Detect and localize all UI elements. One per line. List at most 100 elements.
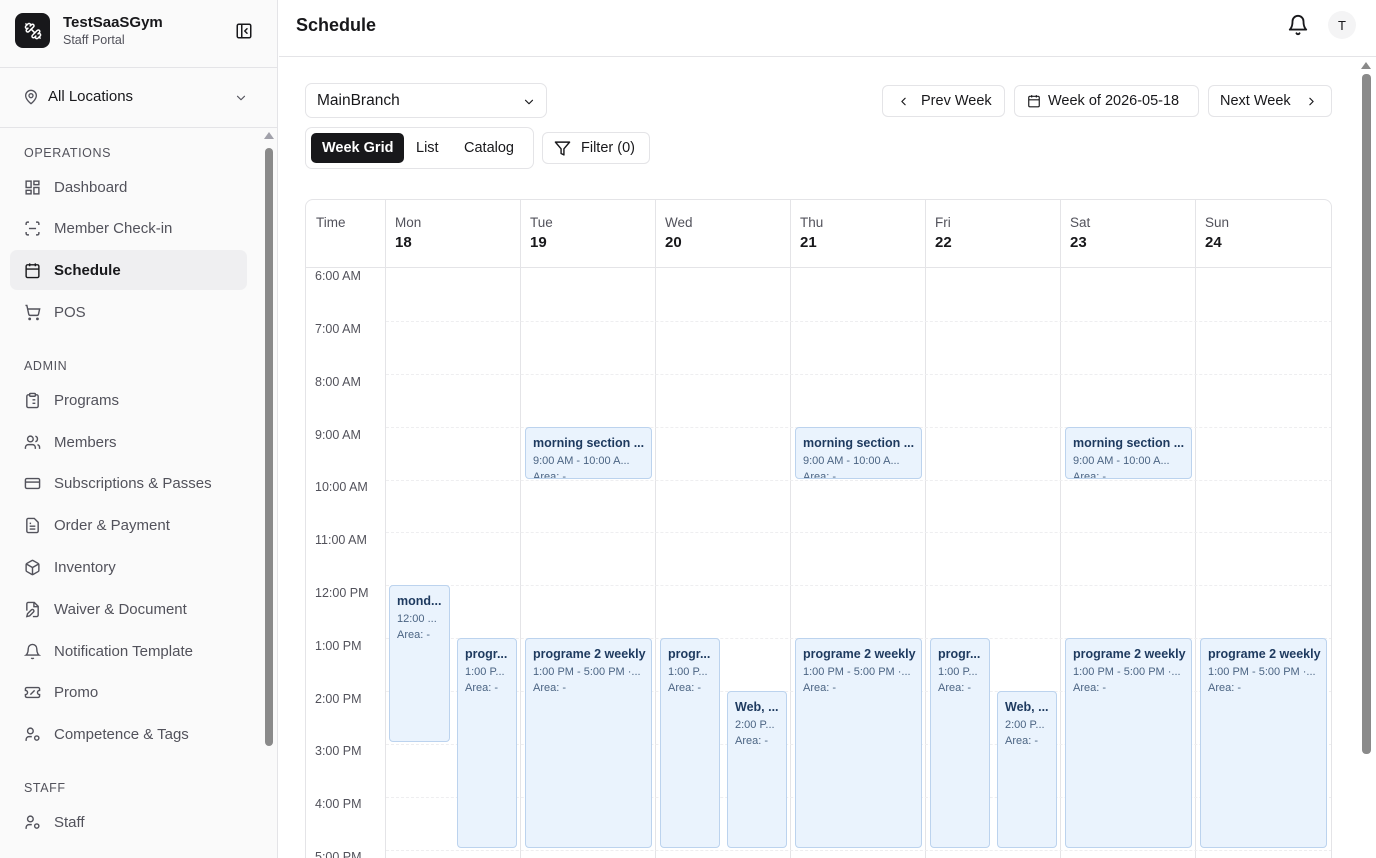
page-title: Schedule (296, 15, 377, 35)
column-divider (1195, 200, 1196, 858)
branch-select[interactable]: MainBranch (305, 83, 547, 118)
scroll-up-arrow-icon[interactable] (1361, 62, 1371, 69)
event-area: Area: - (668, 682, 702, 694)
week-picker-button[interactable]: Week of 2026-05-18 (1014, 85, 1199, 117)
hour-gridline (386, 321, 1331, 322)
document-edit-icon (25, 601, 39, 618)
sidebar-item-notification-template[interactable]: Notification Template (10, 631, 247, 671)
main-scroll-thumb[interactable] (1362, 74, 1371, 754)
section-staff: STAFF (24, 781, 66, 795)
hour-gridline (386, 585, 1331, 586)
event-card[interactable]: programe 2 weekly 1:00 PM - 5:00 PM ·...… (1200, 638, 1327, 848)
time-label: 6:00 AM (315, 269, 361, 283)
sidebar-item-label: Subscriptions & Passes (54, 474, 212, 492)
day-number: 22 (935, 234, 952, 251)
tab-list[interactable]: List (406, 133, 451, 163)
event-card[interactable]: morning section ... 9:00 AM - 10:00 A...… (795, 427, 922, 479)
event-area: Area: - (1073, 682, 1107, 694)
sidebar-item-inventory[interactable]: Inventory (10, 547, 247, 587)
event-card[interactable]: morning section ... 9:00 AM - 10:00 A...… (525, 427, 652, 479)
sidebar-scroll-thumb[interactable] (265, 148, 273, 746)
tab-week-grid[interactable]: Week Grid (311, 133, 404, 163)
sidebar-item-waiver-document[interactable]: Waiver & Document (10, 589, 247, 629)
users-icon (24, 435, 41, 449)
day-header-fri: Fri 22 (926, 200, 1061, 267)
time-label: 10:00 AM (315, 480, 368, 494)
event-card[interactable]: Web, ... 2:00 P... Area: - (997, 691, 1057, 848)
sidebar-item-label: Inventory (54, 558, 116, 576)
location-selector[interactable]: All Locations (0, 68, 277, 128)
chevron-left-icon (901, 97, 906, 106)
sidebar-item-order-payment[interactable]: Order & Payment (10, 505, 247, 545)
scan-icon (25, 221, 40, 236)
event-title: programe 2 weekly (1208, 647, 1321, 661)
day-name: Thu (800, 215, 824, 230)
hour-gridline (386, 480, 1331, 481)
scroll-up-arrow-icon[interactable] (264, 132, 274, 139)
hour-gridline (386, 374, 1331, 375)
day-header-tue: Tue 19 (521, 200, 656, 267)
sidebar-item-subscriptions[interactable]: Subscriptions & Passes (10, 463, 247, 503)
sidebar-item-promo[interactable]: Promo (10, 672, 247, 712)
sidebar-item-label: POS (54, 303, 86, 321)
avatar[interactable]: T (1328, 11, 1356, 39)
event-card[interactable]: programe 2 weekly 1:00 PM - 5:00 PM ·...… (1065, 638, 1192, 848)
time-label: 1:00 PM (315, 639, 362, 653)
sidebar-item-member-check-in[interactable]: Member Check-in (10, 208, 247, 248)
event-area: Area: - (938, 682, 972, 694)
day-name: Sat (1070, 215, 1091, 230)
filter-label: Filter (0) (581, 140, 635, 156)
day-number: 18 (395, 234, 412, 251)
sidebar-item-dashboard[interactable]: Dashboard (10, 167, 247, 207)
column-divider (655, 200, 656, 858)
time-label: 12:00 PM (315, 586, 369, 600)
day-name: Tue (530, 215, 553, 230)
event-card[interactable]: programe 2 weekly 1:00 PM - 5:00 PM ·...… (795, 638, 922, 848)
day-name: Mon (395, 215, 422, 230)
sidebar-item-label: Dashboard (54, 178, 128, 196)
filter-button[interactable]: Filter (0) (542, 132, 650, 164)
sidebar-item-schedule[interactable]: Schedule (10, 250, 247, 290)
event-area: Area: - (803, 682, 837, 694)
event-time: 9:00 AM - 10:00 A... (533, 455, 630, 467)
event-time: 1:00 PM - 5:00 PM ·... (803, 666, 911, 678)
event-time: 1:00 P... (938, 666, 978, 678)
sidebar-item-members[interactable]: Members (10, 422, 247, 462)
day-number: 21 (800, 234, 817, 251)
user-tag-icon (25, 727, 40, 741)
sidebar-item-staff[interactable]: Staff (10, 802, 247, 842)
next-week-button[interactable]: Next Week (1208, 85, 1332, 117)
collapse-sidebar-button[interactable] (234, 21, 254, 41)
user-cog-icon (25, 815, 40, 829)
sidebar-item-pos[interactable]: POS (10, 292, 247, 332)
notifications-button[interactable] (1287, 14, 1309, 41)
tab-catalog[interactable]: Catalog (453, 133, 529, 163)
sidebar-item-programs[interactable]: Programs (10, 380, 247, 420)
day-header-wed: Wed 20 (656, 200, 791, 267)
event-time: 9:00 AM - 10:00 A... (1073, 455, 1170, 467)
view-switcher: Week Grid List Catalog (305, 127, 534, 169)
event-area: Area: - (1005, 735, 1039, 747)
event-card[interactable]: progr... 1:00 P... Area: - (930, 638, 990, 848)
prev-week-button[interactable]: Prev Week (882, 85, 1005, 117)
event-area: Area: - (465, 682, 499, 694)
event-card[interactable]: progr... 1:00 P... Area: - (457, 638, 517, 848)
event-card[interactable]: mond... 12:00 ... Area: - (389, 585, 450, 742)
event-card[interactable]: programe 2 weekly 1:00 PM - 5:00 PM ·...… (525, 638, 652, 848)
hour-gridline (386, 532, 1331, 533)
time-label: 2:00 PM (315, 692, 362, 706)
app-subtitle: Staff Portal (63, 33, 125, 47)
event-time: 9:00 AM - 10:00 A... (803, 455, 900, 467)
event-card[interactable]: Web, ... 2:00 P... Area: - (727, 691, 787, 848)
event-area: Area: - (397, 629, 431, 641)
event-card[interactable]: progr... 1:00 P... Area: - (660, 638, 720, 848)
brand-header: TestSaaSGym Staff Portal (0, 0, 277, 68)
gym-logo-icon (15, 13, 50, 48)
event-card[interactable]: morning section ... 9:00 AM - 10:00 A...… (1065, 427, 1192, 479)
sidebar-item-competence-tags[interactable]: Competence & Tags (10, 714, 247, 754)
event-area: Area: - (803, 471, 837, 479)
hour-gridline (386, 850, 1331, 851)
header-divider (306, 267, 1331, 268)
day-number: 24 (1205, 234, 1222, 251)
calendar-icon (25, 263, 40, 279)
